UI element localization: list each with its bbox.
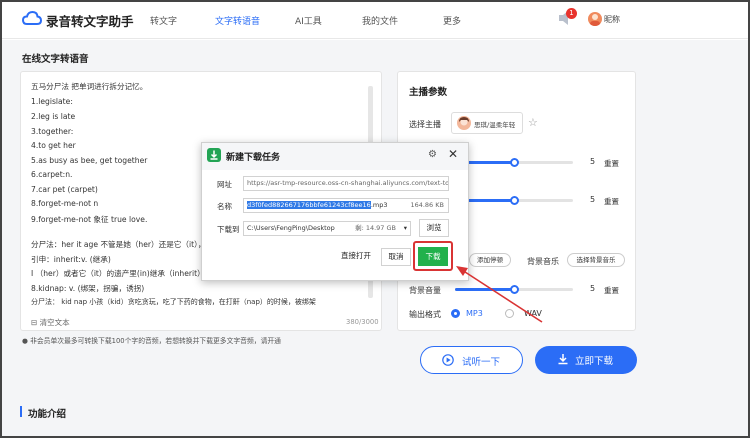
annotation-arrow [456,266,543,323]
